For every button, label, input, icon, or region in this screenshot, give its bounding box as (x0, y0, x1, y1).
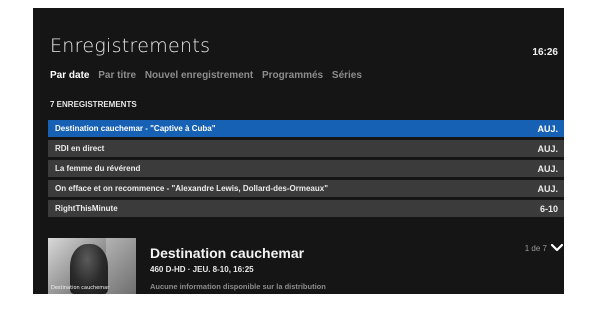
list-item-date: AUJ. (537, 143, 558, 154)
detail-cast: Aucune information disponible sur la dis… (150, 282, 326, 291)
list-item-title: RightThisMinute (55, 204, 118, 213)
thumbnail-highlight (106, 238, 136, 294)
clock: 16:26 (532, 47, 558, 58)
list-item-date: 6-10 (539, 203, 558, 214)
pager: 1 de 7 (525, 243, 564, 253)
list-item-title: Destination cauchemar - "Captive à Cuba" (55, 124, 216, 133)
recordings-screen: Enregistrements 16:26 Par date Par titre… (33, 8, 564, 294)
list-item-date: AUJ. (537, 163, 558, 174)
thumbnail-caption: Destination cauchemar (51, 285, 110, 291)
list-item-title: La femme du révérend (55, 164, 141, 173)
detail-title: Destination cauchemar (150, 245, 305, 261)
tab-bar: Par date Par titre Nouvel enregistrement… (50, 70, 368, 81)
tab-par-titre[interactable]: Par titre (98, 70, 136, 81)
list-item[interactable]: RightThisMinute 6-10 (48, 200, 564, 217)
list-item[interactable]: On efface et on recommence - "Alexandre … (48, 180, 564, 197)
recording-detail: Destination cauchemar Destination cauche… (48, 238, 564, 294)
program-thumbnail: Destination cauchemar (48, 238, 136, 294)
list-item-date: AUJ. (537, 183, 558, 194)
detail-channel-time: 460 D-HD · JEU. 8-10, 16:25 (150, 265, 254, 274)
list-item-title: RDI en direct (55, 144, 105, 153)
list-item-date: AUJ. (537, 123, 558, 134)
recordings-count: 7 ENREGISTREMENTS (50, 100, 137, 109)
list-item[interactable]: RDI en direct AUJ. (48, 140, 564, 157)
page-title: Enregistrements (50, 35, 211, 57)
list-item[interactable]: Destination cauchemar - "Captive à Cuba"… (48, 120, 564, 137)
tab-series[interactable]: Séries (332, 70, 362, 81)
tab-nouvel-enregistrement[interactable]: Nouvel enregistrement (145, 70, 253, 81)
list-item[interactable]: La femme du révérend AUJ. (48, 160, 564, 177)
chevron-down-icon[interactable] (550, 243, 564, 253)
pager-label: 1 de 7 (524, 243, 547, 253)
tab-programmes[interactable]: Programmés (262, 70, 323, 81)
list-item-title: On efface et on recommence - "Alexandre … (55, 184, 329, 193)
tab-par-date[interactable]: Par date (50, 70, 89, 81)
recordings-list: Destination cauchemar - "Captive à Cuba"… (48, 120, 564, 220)
